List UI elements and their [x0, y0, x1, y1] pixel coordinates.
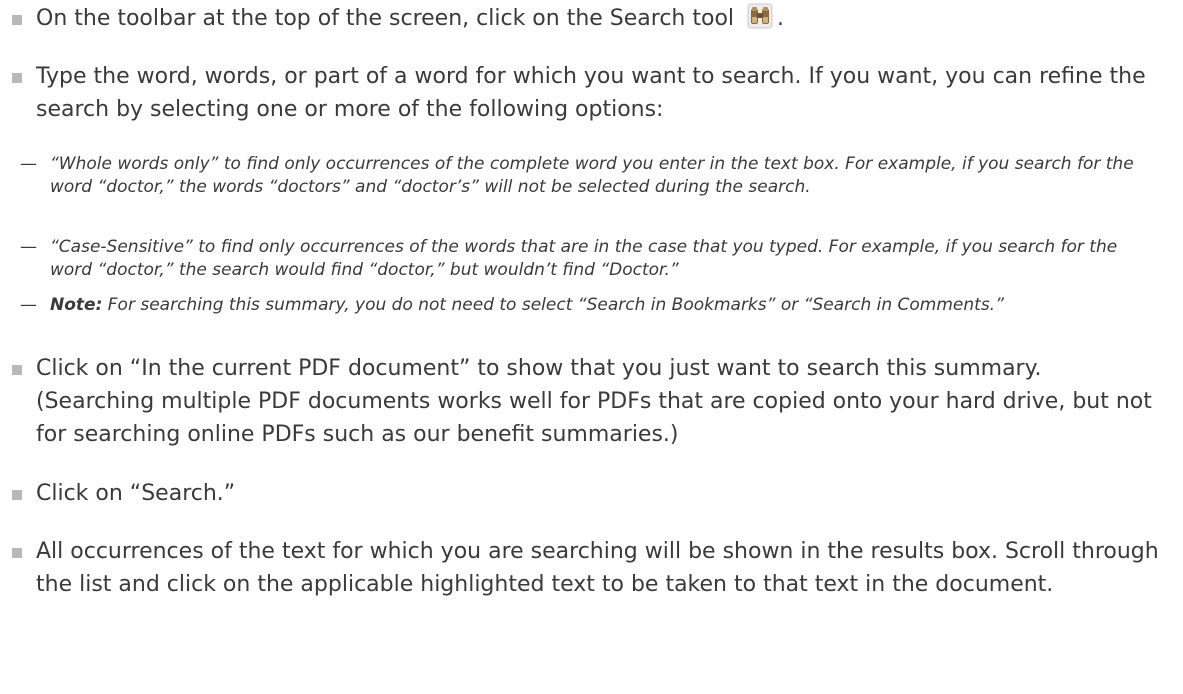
option-text: For searching this summary, you do not n…	[102, 295, 1004, 315]
instruction-text: All occurrences of the text for which yo…	[36, 539, 1159, 597]
bullet-marker	[12, 15, 22, 25]
bullet-marker	[12, 548, 22, 558]
option-note: — Note: For searching this summary, you …	[20, 294, 1159, 317]
option-text: “Case-Sensitive” to find only occurrence…	[50, 237, 1118, 280]
instruction-item-search-tool: On the toolbar at the top of the screen,…	[12, 2, 1163, 35]
option-whole-words: — “Whole words only” to find only occurr…	[20, 153, 1159, 199]
option-case-sensitive: — “Case-Sensitive” to find only occurren…	[20, 236, 1159, 282]
option-dash: —	[20, 295, 37, 315]
bullet-marker	[12, 73, 22, 83]
binoculars-icon	[747, 3, 773, 29]
bullet-marker	[12, 365, 22, 375]
option-text: “Whole words only” to find only occurren…	[50, 154, 1134, 197]
note-label: Note:	[50, 295, 103, 315]
instruction-item-click-search: Click on “Search.”	[12, 477, 1163, 510]
instructions-page: On the toolbar at the top of the screen,…	[0, 0, 1183, 694]
instruction-item-type-words: Type the word, words, or part of a word …	[12, 60, 1163, 126]
instruction-item-results: All occurrences of the text for which yo…	[12, 535, 1163, 601]
instruction-text: Click on “In the current PDF document” t…	[36, 356, 1152, 447]
instruction-text: On the toolbar at the top of the screen,…	[36, 6, 735, 31]
option-dash: —	[20, 154, 37, 174]
instruction-text: Click on “Search.”	[36, 481, 236, 506]
instruction-text: Type the word, words, or part of a word …	[36, 64, 1146, 122]
instruction-item-current-pdf: Click on “In the current PDF document” t…	[12, 352, 1163, 451]
instruction-text-end: .	[777, 6, 785, 31]
bullet-marker	[12, 490, 22, 500]
option-dash: —	[20, 237, 37, 257]
